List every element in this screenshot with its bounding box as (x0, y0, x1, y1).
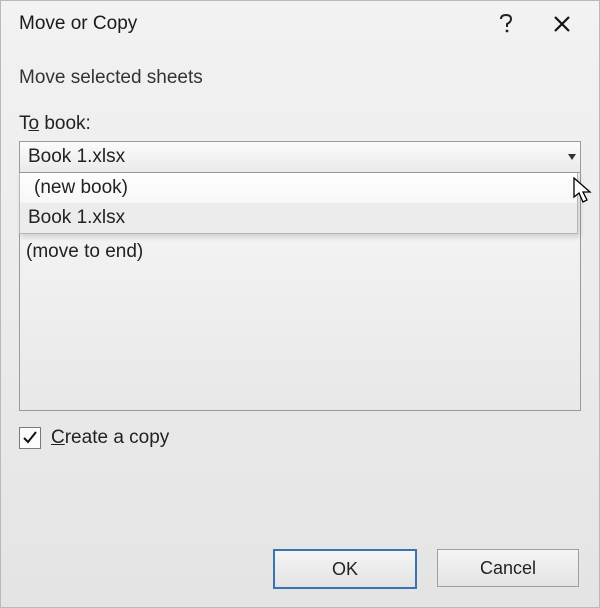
label-text: book: (39, 113, 91, 134)
label-mnemonic: C (51, 427, 65, 448)
cancel-button[interactable]: Cancel (437, 549, 579, 587)
to-book-label: To book: (19, 113, 581, 135)
checkmark-icon (22, 430, 38, 446)
chevron-down-icon (568, 154, 576, 160)
label-text: T (19, 113, 29, 134)
to-book-combobox[interactable]: Book 1.xlsx (19, 141, 581, 173)
create-copy-row[interactable]: Create a copy (19, 427, 581, 449)
label-mnemonic: o (29, 113, 40, 134)
close-icon (553, 15, 571, 33)
dropdown-option-new-book[interactable]: (new book) (20, 173, 577, 203)
list-item-move-to-end[interactable]: (move to end) (20, 239, 580, 265)
help-button[interactable] (483, 7, 529, 41)
move-or-copy-dialog: Move or Copy Move selected sheets To boo… (0, 0, 600, 608)
lists-area: (move to end) (new book) Book 1.xlsx (19, 173, 581, 411)
create-copy-label: Create a copy (51, 427, 169, 449)
ok-button[interactable]: OK (273, 549, 417, 589)
dialog-title: Move or Copy (19, 13, 473, 35)
close-button[interactable] (539, 7, 585, 41)
subheading: Move selected sheets (19, 67, 581, 89)
combobox-value: Book 1.xlsx (28, 146, 125, 168)
dropdown-option-book1[interactable]: Book 1.xlsx (20, 203, 577, 233)
button-row: OK Cancel (273, 549, 579, 589)
label-text: reate a copy (65, 427, 170, 448)
to-book-dropdown-popup: (new book) Book 1.xlsx (19, 173, 578, 234)
title-bar: Move or Copy (1, 1, 599, 47)
create-copy-checkbox[interactable] (19, 427, 41, 449)
dialog-body: Move selected sheets To book: Book 1.xls… (1, 47, 599, 449)
help-icon (499, 14, 513, 34)
